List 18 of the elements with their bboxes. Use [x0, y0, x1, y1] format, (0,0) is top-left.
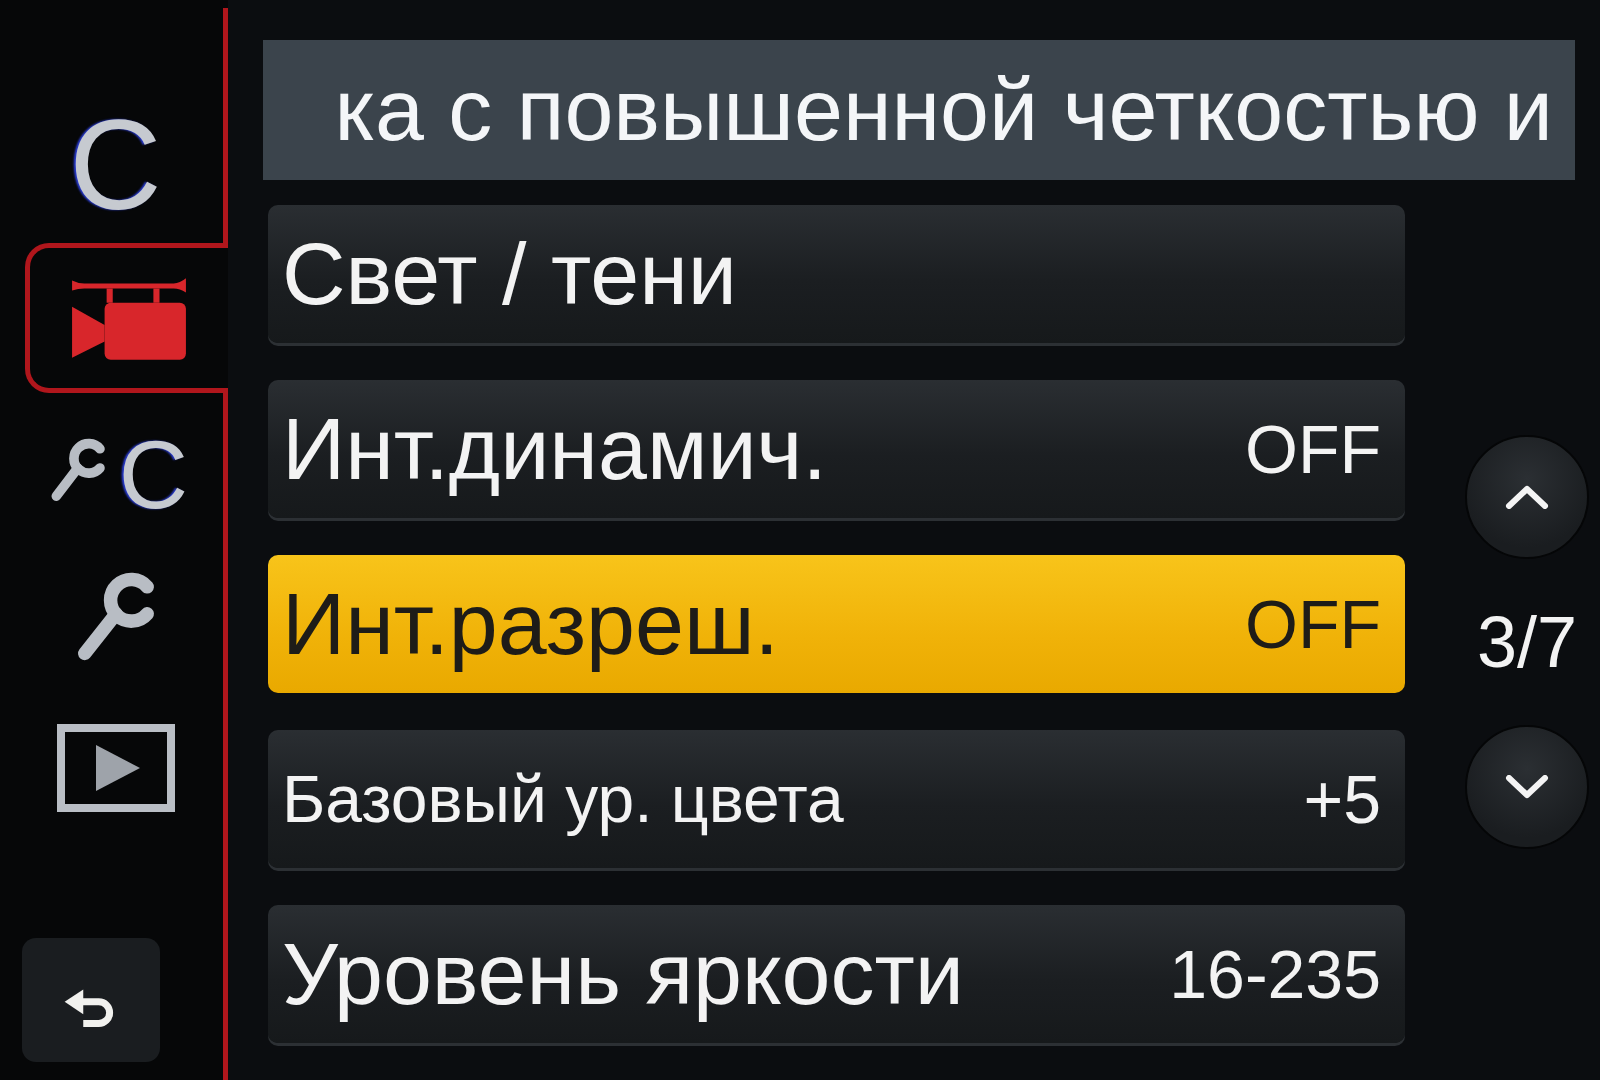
menu-item-value: OFF — [1245, 415, 1381, 483]
menu-item[interactable]: Инт.разреш. OFF — [268, 555, 1405, 693]
back-button[interactable] — [22, 938, 160, 1062]
chevron-down-icon — [1505, 775, 1549, 799]
menu-item[interactable]: Свет / тени — [268, 205, 1405, 343]
menu-item-value: 16-235 — [1169, 940, 1381, 1008]
scrolling-title: ка с повышенной четкостью и — [263, 40, 1575, 180]
playback-icon — [55, 723, 176, 813]
menu-item-value: OFF — [1245, 590, 1381, 658]
menu-item[interactable]: Базовый ур. цвета +5 — [268, 730, 1405, 868]
menu-item[interactable]: Инт.динамич. OFF — [268, 380, 1405, 518]
menu-item[interactable]: Уровень яркости 16-235 — [268, 905, 1405, 1043]
menu-tab[interactable]: C — [0, 8, 228, 243]
menu-item-value: +5 — [1303, 765, 1381, 833]
menu-item-label: Свет / тени — [282, 230, 737, 318]
chevron-up-icon — [1505, 485, 1549, 509]
page-indicator: 3/7 — [1476, 601, 1578, 684]
menu-tab[interactable]: C — [0, 393, 228, 543]
